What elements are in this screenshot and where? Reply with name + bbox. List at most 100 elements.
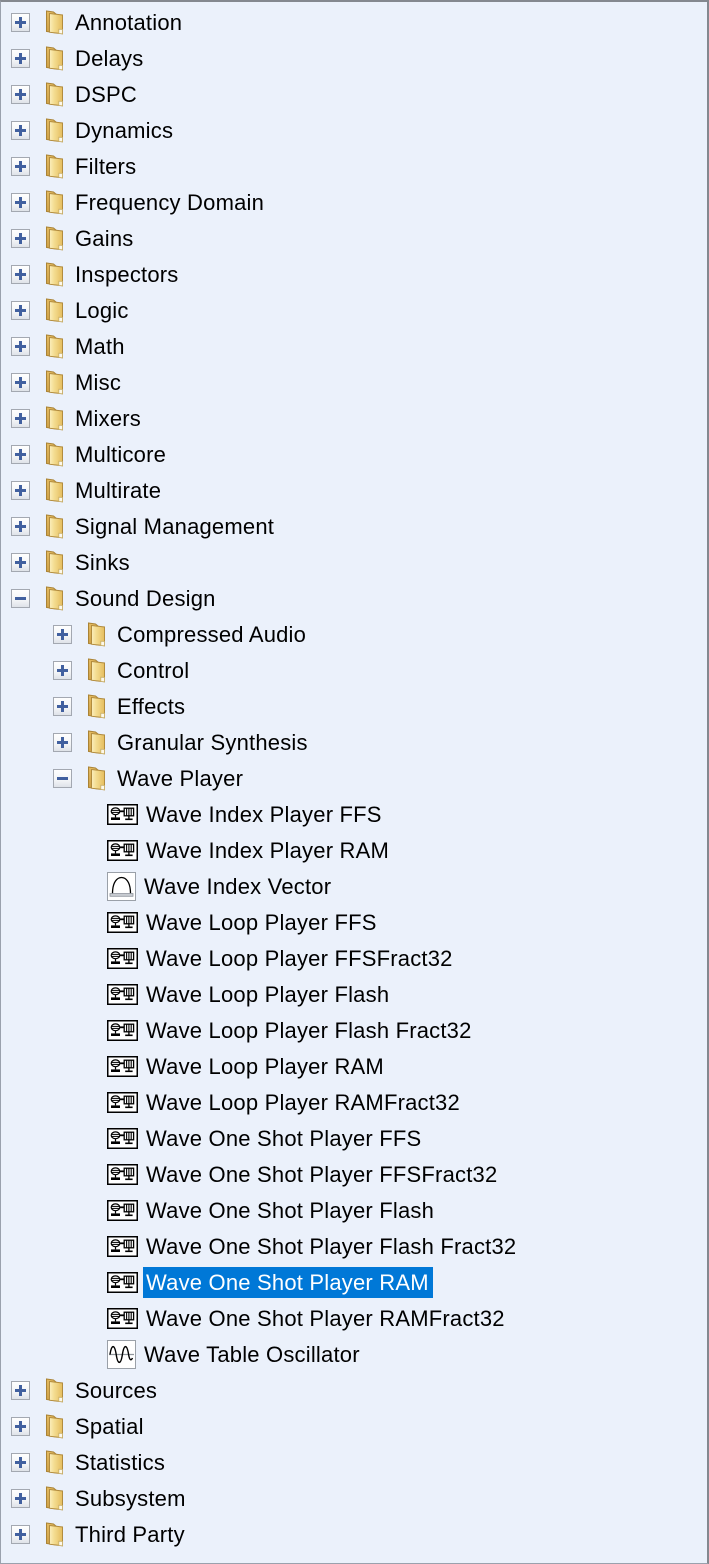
plus-box-icon[interactable]: [11, 13, 30, 32]
indent-spacer: [1, 1138, 107, 1139]
indent-spacer: [1, 994, 107, 995]
tree-item-module[interactable]: Wave One Shot Player FFSFract32: [1, 1156, 707, 1192]
plus-box-icon[interactable]: [11, 85, 30, 104]
tree-item-label: Wave Index Player RAM: [146, 835, 389, 866]
plus-box-icon[interactable]: [11, 481, 30, 500]
plus-box-icon[interactable]: [53, 733, 72, 752]
tree-item-label: Dynamics: [75, 115, 173, 146]
tree-item-folder[interactable]: Math: [1, 328, 707, 364]
tree-item-label: Wave Loop Player Flash Fract32: [146, 1015, 472, 1046]
tree-item-module[interactable]: Wave Loop Player Flash: [1, 976, 707, 1012]
wave-player-module-icon: [107, 840, 138, 861]
plus-box-icon[interactable]: [11, 409, 30, 428]
tree-item-folder[interactable]: Inspectors: [1, 256, 707, 292]
indent-spacer: [1, 742, 53, 743]
plus-box-icon[interactable]: [53, 697, 72, 716]
plus-box-icon[interactable]: [11, 193, 30, 212]
tree-item-folder[interactable]: Granular Synthesis: [1, 724, 707, 760]
tree-item-label: Frequency Domain: [75, 187, 264, 218]
tree-item-folder[interactable]: Misc: [1, 364, 707, 400]
indent-spacer: [1, 418, 11, 419]
tree-item-label: Wave Loop Player RAMFract32: [146, 1087, 460, 1118]
indent-spacer: [1, 1462, 11, 1463]
plus-box-icon[interactable]: [53, 661, 72, 680]
tree-item-module[interactable]: Wave One Shot Player RAMFract32: [1, 1300, 707, 1336]
indent-spacer: [1, 1354, 107, 1355]
tree-item-module[interactable]: Wave Loop Player RAMFract32: [1, 1084, 707, 1120]
tree-item-label: Statistics: [75, 1447, 165, 1478]
tree-item-module[interactable]: Wave Index Player FFS: [1, 796, 707, 832]
tree-item-module[interactable]: Wave Loop Player FFS: [1, 904, 707, 940]
tree-item-module[interactable]: Wave One Shot Player FFS: [1, 1120, 707, 1156]
tree-item-folder[interactable]: Delays: [1, 40, 707, 76]
indent-spacer: [1, 1390, 11, 1391]
plus-box-icon[interactable]: [11, 1489, 30, 1508]
tree-item-module[interactable]: Wave Loop Player Flash Fract32: [1, 1012, 707, 1048]
tree-item-label: Delays: [75, 43, 143, 74]
tree-item-label: Logic: [75, 295, 129, 326]
plus-box-icon[interactable]: [11, 1453, 30, 1472]
tree-item-folder[interactable]: Spatial: [1, 1408, 707, 1444]
plus-box-icon[interactable]: [11, 517, 30, 536]
tree-item-label: Wave One Shot Player Flash Fract32: [146, 1231, 516, 1262]
indent-spacer: [1, 670, 53, 671]
plus-box-icon[interactable]: [11, 553, 30, 572]
tree-item-folder[interactable]: Logic: [1, 292, 707, 328]
plus-box-icon[interactable]: [11, 1525, 30, 1544]
tree-item-module[interactable]: Wave Index Player RAM: [1, 832, 707, 868]
plus-box-icon[interactable]: [11, 157, 30, 176]
tree-item-module[interactable]: Wave Loop Player RAM: [1, 1048, 707, 1084]
plus-box-icon[interactable]: [11, 445, 30, 464]
plus-box-icon[interactable]: [11, 121, 30, 140]
tree-item-folder[interactable]: Sources: [1, 1372, 707, 1408]
tree-item-folder[interactable]: DSPC: [1, 76, 707, 112]
tree-item-folder[interactable]: Control: [1, 652, 707, 688]
tree-item-folder[interactable]: Filters: [1, 148, 707, 184]
tree-item-module[interactable]: Wave One Shot Player Flash: [1, 1192, 707, 1228]
tree-item-folder[interactable]: Multicore: [1, 436, 707, 472]
plus-box-icon[interactable]: [11, 337, 30, 356]
folder-icon: [43, 513, 65, 539]
tree-item-folder[interactable]: Multirate: [1, 472, 707, 508]
tree-item-folder[interactable]: Sinks: [1, 544, 707, 580]
tree-item-module[interactable]: Wave Index Vector: [1, 868, 707, 904]
tree-item-folder[interactable]: Annotation: [1, 4, 707, 40]
tree-item-folder[interactable]: Third Party: [1, 1516, 707, 1552]
plus-box-icon[interactable]: [11, 265, 30, 284]
tree-item-folder[interactable]: Sound Design: [1, 580, 707, 616]
tree-item-folder[interactable]: Compressed Audio: [1, 616, 707, 652]
plus-box-icon[interactable]: [11, 1417, 30, 1436]
plus-box-icon[interactable]: [11, 373, 30, 392]
plus-box-icon[interactable]: [11, 1381, 30, 1400]
tree-item-folder[interactable]: Dynamics: [1, 112, 707, 148]
folder-icon: [85, 657, 107, 683]
minus-box-icon[interactable]: [53, 769, 72, 788]
plus-box-icon[interactable]: [11, 49, 30, 68]
tree-item-label: Multirate: [75, 475, 161, 506]
tree-item-folder[interactable]: Signal Management: [1, 508, 707, 544]
tree-item-folder[interactable]: Mixers: [1, 400, 707, 436]
indent-spacer: [1, 1426, 11, 1427]
tree-item-folder[interactable]: Gains: [1, 220, 707, 256]
plus-box-icon[interactable]: [53, 625, 72, 644]
folder-icon: [85, 693, 107, 719]
plus-box-icon[interactable]: [11, 229, 30, 248]
tree-item-label: Subsystem: [75, 1483, 186, 1514]
tree-item-folder[interactable]: Statistics: [1, 1444, 707, 1480]
tree-item-folder[interactable]: Frequency Domain: [1, 184, 707, 220]
tree-item-module[interactable]: Wave One Shot Player RAM: [1, 1264, 707, 1300]
tree-item-folder[interactable]: Wave Player: [1, 760, 707, 796]
wave-player-module-icon: [107, 1092, 138, 1113]
indent-spacer: [1, 598, 11, 599]
tree-item-folder[interactable]: Subsystem: [1, 1480, 707, 1516]
folder-icon: [43, 585, 65, 611]
tree-item-folder[interactable]: Effects: [1, 688, 707, 724]
plus-box-icon[interactable]: [11, 301, 30, 320]
tree-item-module[interactable]: Wave Table Oscillator: [1, 1336, 707, 1372]
tree-item-label: Wave Loop Player RAM: [146, 1051, 384, 1082]
minus-box-icon[interactable]: [11, 589, 30, 608]
tree-item-label: Wave Table Oscillator: [144, 1339, 360, 1370]
tree-item-module[interactable]: Wave One Shot Player Flash Fract32: [1, 1228, 707, 1264]
folder-icon: [43, 117, 65, 143]
tree-item-module[interactable]: Wave Loop Player FFSFract32: [1, 940, 707, 976]
